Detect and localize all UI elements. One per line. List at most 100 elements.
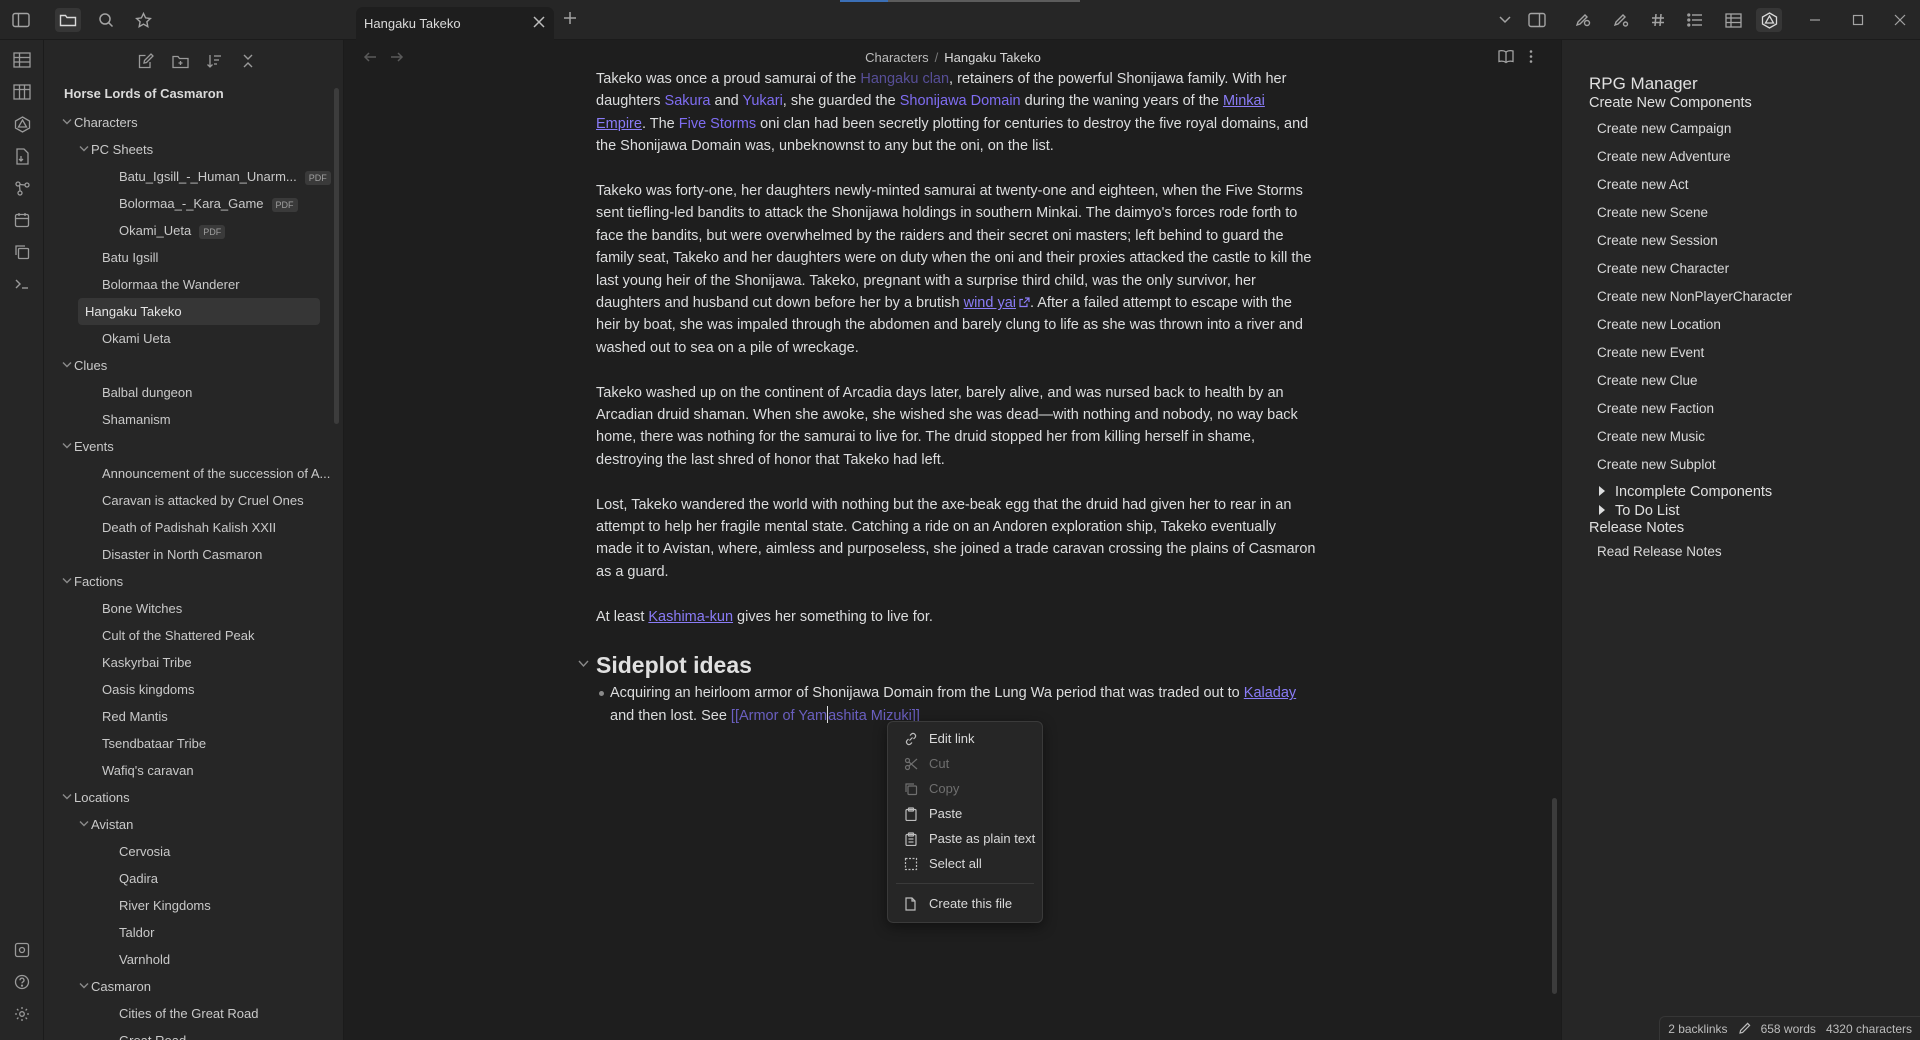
todo-list-toggle[interactable]: To Do List <box>1589 504 1792 519</box>
tree-file[interactable]: Balbal dungeon <box>44 379 334 406</box>
tree-file[interactable]: Varnhold <box>44 946 334 973</box>
right-sidebar-toggle-icon[interactable] <box>1524 8 1550 32</box>
sidebar-scrollbar[interactable] <box>334 88 339 424</box>
search-icon[interactable] <box>93 8 119 32</box>
unresolved-wikilink[interactable]: [[Armor of Yam <box>731 708 827 724</box>
settings-gear-icon[interactable] <box>9 1001 35 1027</box>
create-component-link[interactable]: Create new Location <box>1589 311 1792 339</box>
chevron-down-icon[interactable] <box>62 118 72 126</box>
create-component-link[interactable]: Create new Adventure <box>1589 143 1792 171</box>
table-icon[interactable] <box>1720 8 1746 32</box>
rpg-manager-ribbon-icon[interactable] <box>9 111 35 137</box>
vault-name[interactable]: Horse Lords of Casmaron <box>64 86 224 101</box>
vault-switch-icon[interactable] <box>9 937 35 963</box>
create-component-link[interactable]: Create new Character <box>1589 255 1792 283</box>
terminal-icon[interactable] <box>9 271 35 297</box>
tree-file[interactable]: Batu Igsill <box>44 244 334 271</box>
create-component-link[interactable]: Create new NonPlayerCharacter <box>1589 283 1792 311</box>
tree-file[interactable]: Disaster in North Casmaron <box>44 541 334 568</box>
create-component-link[interactable]: Create new Clue <box>1589 367 1792 395</box>
reading-view-book-icon[interactable] <box>1498 49 1514 64</box>
tree-folder[interactable]: PC Sheets <box>44 136 334 163</box>
list-icon[interactable] <box>1682 8 1708 32</box>
tree-file[interactable]: Okami_Ueta PDF <box>44 217 334 244</box>
tree-file[interactable]: Great Road <box>44 1027 334 1040</box>
external-link[interactable]: wind yai <box>964 295 1016 311</box>
internal-link[interactable]: Yukari <box>742 93 782 109</box>
tree-file[interactable]: River Kingdoms <box>44 892 334 919</box>
graph-view-icon[interactable] <box>9 175 35 201</box>
create-component-link[interactable]: Create new Act <box>1589 171 1792 199</box>
incomplete-components-toggle[interactable]: Incomplete Components <box>1589 481 1792 504</box>
menu-item-copy[interactable]: Copy <box>892 776 1038 801</box>
tree-file[interactable]: Red Mantis <box>44 703 334 730</box>
tree-file[interactable]: Hangaku Takeko <box>78 298 320 325</box>
link-edit-icon[interactable] <box>1570 8 1596 32</box>
tree-file[interactable]: Wafiq's caravan <box>44 757 334 784</box>
new-note-icon[interactable] <box>134 50 158 72</box>
tree-file[interactable]: Tsendbataar Tribe <box>44 730 334 757</box>
chevron-down-icon[interactable] <box>79 820 89 828</box>
internal-link[interactable]: Sakura <box>665 93 711 109</box>
rpg-manager-icon[interactable] <box>1756 8 1782 32</box>
table-icon[interactable] <box>9 47 35 73</box>
create-component-link[interactable]: Create new Music <box>1589 423 1792 451</box>
tab-list-chevron-down-icon[interactable] <box>1492 8 1518 32</box>
breadcrumb-parent[interactable]: Characters <box>865 50 929 65</box>
menu-item-paste[interactable]: Paste <box>892 801 1038 826</box>
internal-link[interactable]: Shonijawa Domain <box>900 93 1021 109</box>
close-window-icon[interactable] <box>1887 8 1913 32</box>
tree-file[interactable]: Cervosia <box>44 838 334 865</box>
menu-item-cut[interactable]: Cut <box>892 751 1038 776</box>
minimize-icon[interactable] <box>1802 8 1828 32</box>
tab-hangaku-takeko[interactable]: Hangaku Takeko <box>356 7 554 40</box>
chevron-down-icon[interactable] <box>62 793 72 801</box>
chevron-down-icon[interactable] <box>62 577 72 585</box>
copy-icon[interactable] <box>9 239 35 265</box>
tree-file[interactable]: Death of Padishah Kalish XXII <box>44 514 334 541</box>
tree-file[interactable]: Bolormaa_-_Kara_Game PDF <box>44 190 334 217</box>
tab-close-icon[interactable] <box>532 15 546 29</box>
tree-file[interactable]: Bone Witches <box>44 595 334 622</box>
internal-link[interactable]: Five Storms <box>679 116 756 132</box>
new-folder-icon[interactable] <box>168 50 192 72</box>
internal-link[interactable]: Hangaku clan <box>860 71 949 87</box>
tree-file[interactable]: Cult of the Shattered Peak <box>44 622 334 649</box>
menu-item-select-all[interactable]: Select all <box>892 851 1038 876</box>
more-options-icon[interactable] <box>1528 49 1534 64</box>
tree-file[interactable]: Shamanism <box>44 406 334 433</box>
create-component-link[interactable]: Create new Event <box>1589 339 1792 367</box>
heading-sideplot-ideas[interactable]: Sideplot ideas <box>578 650 1316 680</box>
bookmark-star-icon[interactable] <box>130 8 156 32</box>
link-settings-icon[interactable] <box>1608 8 1634 32</box>
tree-folder[interactable]: Characters <box>44 109 334 136</box>
create-component-link[interactable]: Create new Faction <box>1589 395 1792 423</box>
menu-item-create-file[interactable]: Create this file <box>892 891 1038 916</box>
import-pdf-icon[interactable] <box>9 143 35 169</box>
read-release-notes-link[interactable]: Read Release Notes <box>1589 538 1792 566</box>
tree-file[interactable]: Cities of the Great Road <box>44 1000 334 1027</box>
hashtag-icon[interactable] <box>1645 8 1671 32</box>
edit-pencil-icon[interactable] <box>1738 1022 1751 1035</box>
chevron-down-icon[interactable] <box>79 145 89 153</box>
tree-file[interactable]: Batu_Igsill_-_Human_Unarm... PDF <box>44 163 334 190</box>
fold-chevron-down-icon[interactable] <box>578 660 589 668</box>
tree-folder[interactable]: Casmaron <box>44 973 334 1000</box>
create-component-link[interactable]: Create new Session <box>1589 227 1792 255</box>
tree-file[interactable]: Bolormaa the Wanderer <box>44 271 334 298</box>
tree-folder[interactable]: Clues <box>44 352 334 379</box>
calendar-icon[interactable] <box>9 207 35 233</box>
tree-folder[interactable]: Locations <box>44 784 334 811</box>
breadcrumb-current[interactable]: Hangaku Takeko <box>944 50 1041 65</box>
backlinks-count[interactable]: 2 backlinks <box>1668 1022 1727 1036</box>
new-tab-plus-icon[interactable] <box>562 10 578 26</box>
help-icon[interactable] <box>9 969 35 995</box>
tree-file[interactable]: Announcement of the succession of A... <box>44 460 334 487</box>
internal-link[interactable]: Kaladay <box>1244 685 1296 701</box>
files-folder-icon[interactable] <box>55 8 81 32</box>
sort-order-icon[interactable] <box>202 50 226 72</box>
note-content[interactable]: Takeko was once a proud samurai of the H… <box>578 68 1316 727</box>
internal-link[interactable]: Kashima-kun <box>648 609 733 625</box>
tree-file[interactable]: Kaskyrbai Tribe <box>44 649 334 676</box>
tree-folder[interactable]: Factions <box>44 568 334 595</box>
